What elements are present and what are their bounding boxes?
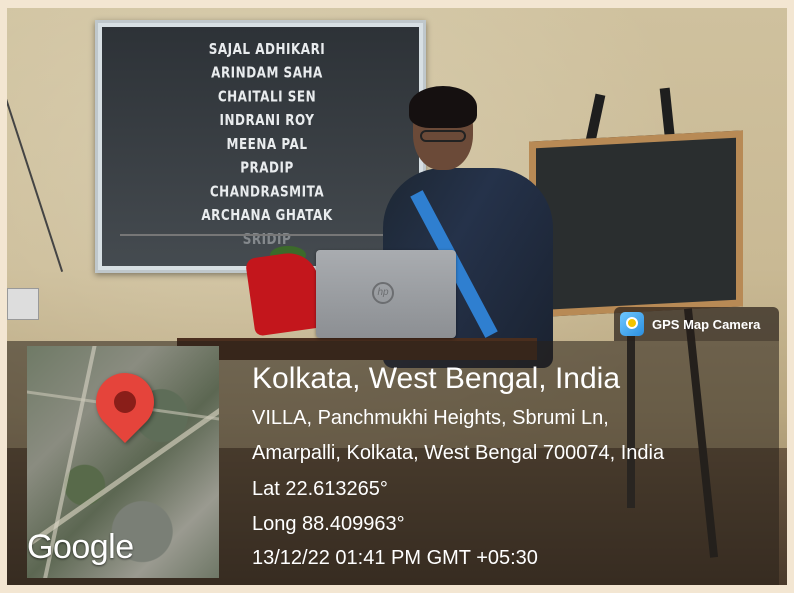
credit-name: SRIDIP bbox=[242, 230, 292, 248]
credit-name: ARINDAM SAHA bbox=[211, 63, 323, 82]
google-logo: Google bbox=[27, 528, 134, 566]
glasses bbox=[420, 130, 466, 142]
gps-map-camera-icon bbox=[620, 312, 644, 336]
credits-list: SAJAL ADHIKARI ARINDAM SAHA CHAITALI SEN… bbox=[182, 35, 352, 249]
credit-name: PRADIP bbox=[240, 158, 294, 177]
projection-screen: SAJAL ADHIKARI ARINDAM SAHA CHAITALI SEN… bbox=[95, 20, 426, 273]
location-title: Kolkata, West Bengal, India bbox=[252, 362, 620, 395]
longitude: Long 88.409963° bbox=[252, 513, 405, 535]
credit-name: CHAITALI SEN bbox=[217, 87, 317, 106]
projection-display: SAJAL ADHIKARI ARINDAM SAHA CHAITALI SEN… bbox=[102, 27, 419, 266]
credit-name: SAJAL ADHIKARI bbox=[208, 40, 326, 58]
photo-frame: SAJAL ADHIKARI ARINDAM SAHA CHAITALI SEN… bbox=[0, 0, 794, 593]
map-pin-center bbox=[114, 391, 136, 413]
blackboard bbox=[529, 130, 743, 318]
address-line-1: VILLA, Panchmukhi Heights, Sbrumi Ln, bbox=[252, 407, 609, 429]
credit-name: INDRANI ROY bbox=[219, 111, 315, 129]
video-progress-bar bbox=[120, 234, 401, 236]
gps-app-name: GPS Map Camera bbox=[652, 317, 761, 332]
credit-name: ARCHANA GHATAK bbox=[201, 206, 333, 224]
latitude: Lat 22.613265° bbox=[252, 478, 388, 500]
speaker-hair bbox=[409, 86, 477, 128]
credit-name: CHANDRASMITA bbox=[209, 182, 325, 201]
address-line-2: Amarpalli, Kolkata, West Bengal 700074, … bbox=[252, 442, 665, 464]
wall-socket bbox=[7, 288, 39, 320]
hp-logo: hp bbox=[372, 282, 394, 304]
credit-name: MEENA PAL bbox=[226, 135, 308, 153]
timestamp: 13/12/22 01:41 PM GMT +05:30 bbox=[252, 547, 538, 569]
